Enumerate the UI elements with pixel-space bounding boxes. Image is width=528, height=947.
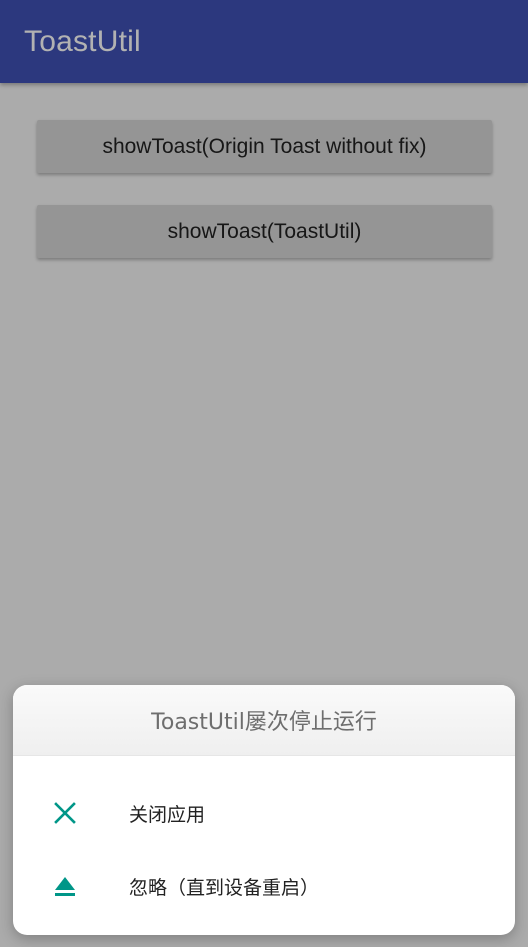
app-screen: ToastUtil showToast(Origin Toast without… [0,0,528,947]
close-app-label: 关闭应用 [129,803,206,826]
close-app-option[interactable]: 关闭应用 [13,783,515,843]
dialog-title: ToastUtil屡次停止运行 [151,710,377,735]
dialog-header: ToastUtil屡次停止运行 [13,685,515,756]
ignore-label: 忽略（直到设备重启） [129,876,320,899]
eject-icon [51,872,79,900]
close-icon [51,799,79,827]
ignore-option[interactable]: 忽略（直到设备重启） [13,856,515,916]
app-crash-dialog: ToastUtil屡次停止运行 关闭应用 忽略（直到设备重启） [13,685,515,935]
